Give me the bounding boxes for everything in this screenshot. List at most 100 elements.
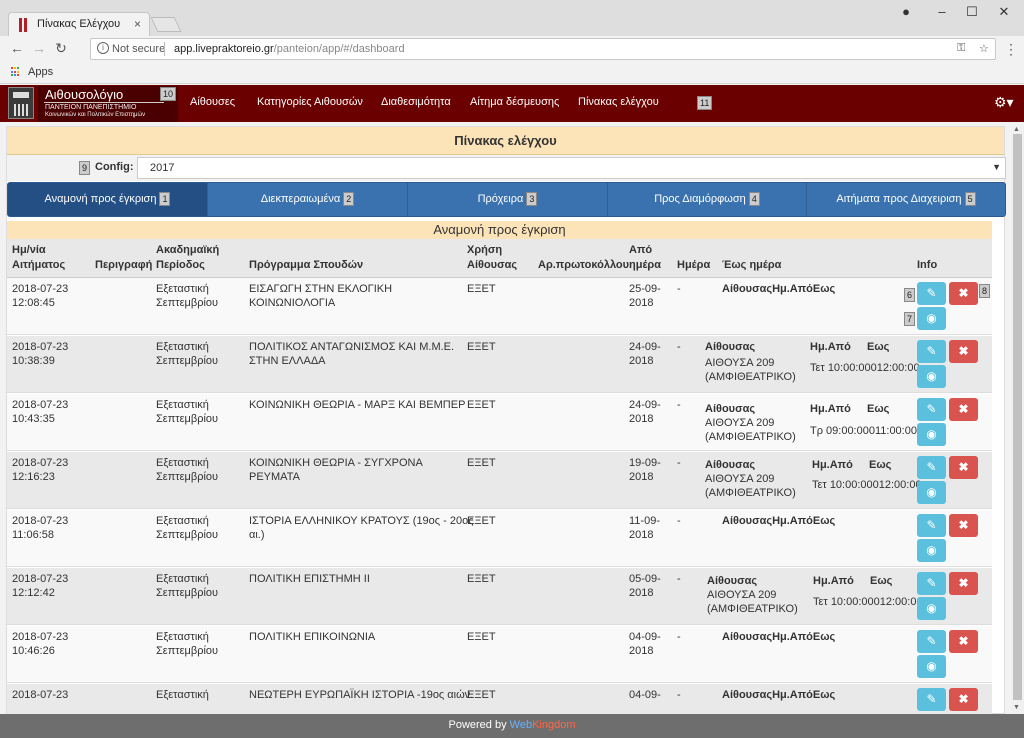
logo-subtitle-1: ΠΑΝΤΕΙΟΝ ΠΑΝΕΠΙΣΤΗΜΙΟ: [45, 104, 137, 111]
edit-button[interactable]: ✎: [917, 456, 946, 479]
delete-button[interactable]: ✖: [949, 456, 978, 479]
edit-button[interactable]: ✎: [917, 514, 946, 537]
scrollbar-thumb[interactable]: [1013, 134, 1022, 700]
delete-button[interactable]: ✖: [949, 572, 978, 595]
window-close-icon[interactable]: ✕: [994, 4, 1014, 20]
cell-use: ΕΞΕΤ: [467, 689, 496, 701]
col-info: Info: [917, 259, 938, 271]
info-icon[interactable]: i: [97, 42, 109, 54]
tab-badge: 4: [748, 192, 760, 206]
tab-completed[interactable]: Διεκπεραιωμένα 2: [208, 183, 408, 216]
tab-to-configure-label: Προς Διαμόρφωση: [654, 193, 746, 205]
cell-schedule: Τετ 10:00:00012:00:00: [810, 362, 920, 374]
cell-time: 12:08:45: [12, 297, 55, 309]
profile-icon[interactable]: ●: [896, 4, 916, 19]
edit-button[interactable]: ✎: [917, 630, 946, 653]
app-navbar: Αιθουσολόγιο ΠΑΝΤΕΙΟΝ ΠΑΝΕΠΙΣΤΗΜΙΟ Κοινω…: [0, 85, 1024, 122]
cell-schedule: Τετ 10:00:00012:00:00: [813, 596, 923, 608]
browser-tab[interactable]: Πίνακας Ελέγχου ×: [8, 12, 150, 36]
page-scrollbar[interactable]: ▲ ▼: [1011, 126, 1024, 714]
minimize-icon[interactable]: –: [932, 4, 952, 19]
delete-button[interactable]: ✖: [949, 398, 978, 421]
nav-dashboard[interactable]: Πίνακας ελέγχου: [578, 96, 659, 108]
delete-button[interactable]: ✖: [949, 514, 978, 537]
cell-from: 2018: [629, 413, 654, 425]
tab-drafts[interactable]: Πρόχειρα 3: [408, 183, 608, 216]
view-button[interactable]: ◉: [917, 481, 946, 504]
cell-program: ΚΟΙΝΩΝΙΚΗ ΘΕΩΡΙΑ - ΜΑΡΞ ΚΑΙ ΒΕΜΠΕΡ: [249, 399, 466, 411]
cell-from: 04-09-: [629, 689, 661, 701]
cell-from: 25-09-: [629, 283, 661, 295]
tab-close-icon[interactable]: ×: [134, 17, 141, 31]
app-logo[interactable]: Αιθουσολόγιο ΠΑΝΤΕΙΟΝ ΠΑΝΕΠΙΣΤΗΜΙΟ Κοινω…: [8, 86, 178, 122]
cell-period: Εξεταστική: [156, 515, 209, 527]
panel-title: Πίνακας ελέγχου: [7, 127, 1004, 155]
footer-brand-2[interactable]: Kingdom: [532, 719, 575, 731]
cell-period: Εξεταστική: [156, 573, 209, 585]
cell-time: 10:46:26: [12, 645, 55, 657]
nav-availability[interactable]: Διαθεσιμότητα: [381, 96, 451, 108]
edit-button[interactable]: ✎: [917, 688, 946, 711]
address-bar[interactable]: i Not secure app.livepraktoreio.gr/pante…: [90, 38, 996, 60]
browser-menu-icon[interactable]: ⋮: [1004, 41, 1018, 58]
key-icon[interactable]: ⚿: [957, 42, 965, 55]
edit-button[interactable]: ✎: [917, 398, 946, 421]
view-button[interactable]: ◉: [917, 365, 946, 388]
col-from-1: Από: [629, 244, 653, 256]
col-from-2: ημέρα: [629, 259, 661, 271]
pencil-icon: ✎: [926, 634, 937, 648]
edit-button[interactable]: ✎: [917, 340, 946, 363]
apps-grid-icon[interactable]: [11, 67, 21, 77]
col-until: Έως ημέρα: [722, 259, 782, 271]
marker-badge-9: 9: [79, 161, 91, 175]
star-icon[interactable]: ☆: [979, 42, 989, 55]
eye-icon: ◉: [926, 311, 937, 325]
eye-icon: ◉: [926, 543, 937, 557]
forward-icon[interactable]: →: [30, 40, 48, 56]
cell-program: ΣΤΗΝ ΕΛΛΑΔΑ: [249, 355, 326, 367]
address-divider: [164, 42, 165, 56]
url-text[interactable]: app.livepraktoreio.gr/panteion/app/#/das…: [174, 43, 405, 55]
tab-admin-requests[interactable]: Αιτήματα προς Διαχειριση 5: [807, 183, 1005, 216]
cell-period: Εξεταστική: [156, 457, 209, 469]
new-tab-button[interactable]: [150, 17, 182, 32]
view-button[interactable]: ◉: [917, 423, 946, 446]
delete-button[interactable]: ✖: [949, 688, 978, 711]
cell-room: (ΑΜΦΙΘΕΑΤΡΙΚΟ): [705, 487, 796, 499]
view-button[interactable]: ◉: [917, 539, 946, 562]
scroll-up-icon[interactable]: ▲: [1013, 126, 1020, 133]
cell-room: ΑΙΘΟΥΣΑ 209: [705, 417, 775, 429]
config-value: 2017: [150, 162, 175, 174]
delete-button[interactable]: ✖: [949, 630, 978, 653]
config-select[interactable]: 2017 ▼: [137, 157, 1006, 179]
cell-period: Εξεταστική: [156, 689, 209, 701]
nav-room-categories[interactable]: Κατηγορίες Αιθουσών: [257, 96, 363, 108]
browser-titlebar: Πίνακας Ελέγχου × ● – ☐ ✕: [0, 0, 1024, 36]
scroll-down-icon[interactable]: ▼: [1013, 704, 1020, 711]
maximize-icon[interactable]: ☐: [962, 4, 982, 20]
reload-icon[interactable]: ↻: [52, 40, 70, 57]
marker-badge-7: 7: [904, 312, 916, 326]
back-icon[interactable]: ←: [8, 40, 26, 56]
apps-bookmark[interactable]: Apps: [28, 66, 53, 78]
nav-reservation-request[interactable]: Αίτημα δέσμευσης: [470, 96, 559, 108]
view-button[interactable]: ◉: [917, 597, 946, 620]
tab-pending[interactable]: Αναμονή προς έγκριση 1: [8, 183, 208, 216]
tab-to-configure[interactable]: Προς Διαμόρφωση 4: [608, 183, 807, 216]
close-icon: ✖: [958, 634, 969, 648]
delete-button[interactable]: ✖: [949, 340, 978, 363]
nav-rooms[interactable]: Αίθουσες: [190, 96, 235, 108]
close-icon: ✖: [958, 576, 969, 590]
view-button[interactable]: ◉: [917, 655, 946, 678]
edit-button[interactable]: ✎: [917, 572, 946, 595]
view-button[interactable]: ◉: [917, 307, 946, 330]
tab-drafts-label: Πρόχειρα: [477, 193, 524, 205]
table-row: 2018-07-23 Εξεταστική ΝΕΩΤΕΡΗ ΕΥΡΩΠΑΪΚΗ …: [7, 684, 992, 714]
footer-brand-1[interactable]: Web: [510, 719, 532, 731]
edit-button[interactable]: ✎: [917, 282, 946, 305]
cell-from: 2018: [629, 471, 654, 483]
cell-room-header: Αίθουσας: [707, 575, 758, 587]
delete-button[interactable]: ✖: [949, 282, 978, 305]
settings-gear-icon[interactable]: ⚙▾: [994, 94, 1014, 111]
cell-room: (ΑΜΦΙΘΕΑΤΡΙΚΟ): [705, 371, 796, 383]
